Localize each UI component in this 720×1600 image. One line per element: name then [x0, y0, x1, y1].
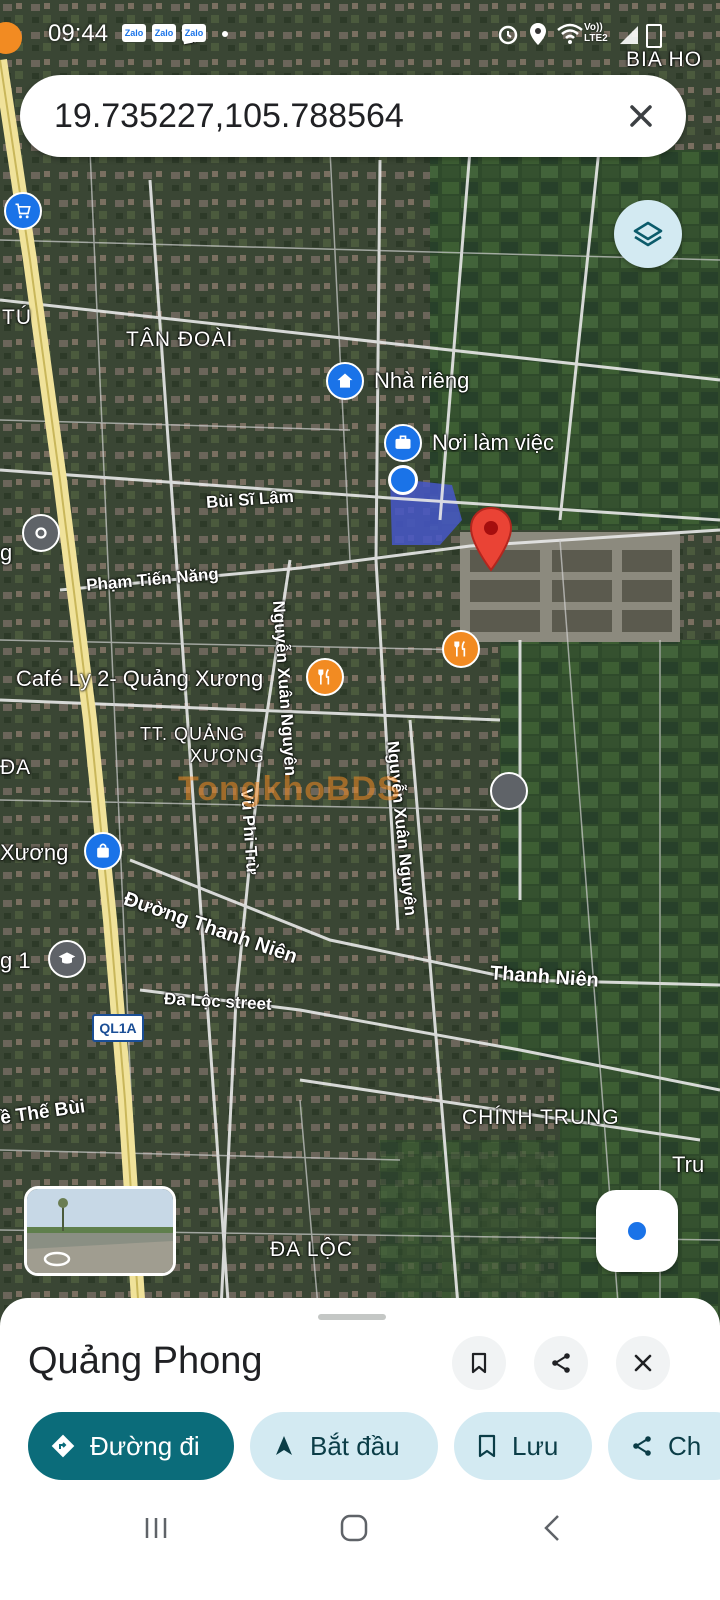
map-view[interactable]: TÂN ĐOÀI TT. QUẢNG XƯƠNG CHÍNH TRUNG ĐA …: [0, 0, 720, 1330]
bookmark-icon: [478, 1434, 496, 1458]
area-label-xuong: XƯƠNG: [190, 746, 265, 766]
save-label: Lưu: [512, 1430, 559, 1461]
wifi-icon: [557, 23, 583, 44]
save-button[interactable]: Lưu: [454, 1412, 592, 1480]
share-icon: [552, 1353, 570, 1373]
cafe-pin[interactable]: [306, 658, 344, 696]
alarm-icon: [498, 25, 518, 45]
search-input[interactable]: 19.735227,105.788564: [54, 97, 404, 136]
share-icon-button[interactable]: [534, 1336, 588, 1390]
close-sheet-button[interactable]: [616, 1336, 670, 1390]
share-icon: [633, 1436, 651, 1456]
my-location-dot: [388, 465, 418, 495]
drag-handle[interactable]: [318, 1314, 386, 1320]
area-label-tan-doai: TÂN ĐOÀI: [126, 328, 234, 351]
layers-icon: [633, 221, 663, 247]
battery-icon: [646, 24, 662, 48]
more-dot-icon: [222, 31, 228, 37]
location-icon: [35, 527, 47, 539]
shopping-bag-icon: [97, 843, 109, 858]
zalo-icon: Zalo: [122, 24, 146, 42]
navigation-arrow-icon: [276, 1436, 292, 1455]
watermark-logo-icon: [490, 772, 528, 810]
save-icon-button[interactable]: [452, 1336, 506, 1390]
street-view-preview: [27, 1189, 173, 1273]
zalo-icon: Zalo: [152, 24, 176, 42]
satellite-imagery: [0, 0, 720, 1330]
share-button[interactable]: Ch: [608, 1412, 720, 1480]
my-location-icon: [628, 1222, 646, 1240]
signal-icon: [620, 26, 638, 44]
area-label-chinh-trung: CHÍNH TRUNG: [462, 1106, 620, 1129]
directions-icon: [51, 1434, 75, 1458]
layers-button[interactable]: [614, 200, 682, 268]
highway-shield: QL1A: [92, 1014, 144, 1042]
status-time: 09:44: [48, 20, 109, 47]
my-location-button[interactable]: [596, 1190, 678, 1272]
cafe-label: Café Ly 2- Quảng Xương: [16, 666, 264, 691]
partial-label-tru: Tru: [672, 1152, 705, 1177]
partial-label-g: g: [0, 540, 13, 565]
area-label-da: ĐA: [0, 756, 32, 779]
clear-search-icon[interactable]: [618, 93, 664, 139]
fork-knife-icon: [454, 641, 466, 657]
work-pin[interactable]: [384, 424, 422, 462]
home-icon: [337, 373, 353, 388]
zalo-icon: Zalo: [182, 24, 206, 42]
street-view-thumbnail[interactable]: [24, 1186, 176, 1276]
graduation-cap-icon: [58, 952, 76, 964]
restaurant-pin[interactable]: [442, 630, 480, 668]
watermark: TongkhoBDS: [178, 770, 401, 808]
xuong-label: Xương: [0, 840, 69, 865]
directions-button[interactable]: Đường đi: [28, 1412, 234, 1480]
system-navigation-bar: [0, 1500, 720, 1600]
start-button[interactable]: Bắt đầu: [250, 1412, 438, 1480]
store-pin[interactable]: [84, 832, 122, 870]
work-label: Nơi làm việc: [432, 430, 554, 455]
home-pin[interactable]: [326, 362, 364, 400]
school-pin[interactable]: [48, 940, 86, 978]
fork-knife-icon: [318, 669, 330, 685]
cart-icon: [15, 203, 31, 219]
search-bar[interactable]: 19.735227,105.788564: [20, 75, 686, 157]
area-label-tu: TÚ: [2, 306, 32, 329]
briefcase-icon: [395, 435, 411, 449]
network-label: Vo)) LTE2: [584, 22, 608, 44]
school-label: g 1: [0, 948, 31, 973]
area-label-da-loc: ĐA LỘC: [270, 1238, 354, 1261]
place-pin[interactable]: [22, 514, 60, 552]
start-label: Bắt đầu: [310, 1430, 400, 1461]
location-icon: [530, 23, 546, 45]
shopping-pin[interactable]: [4, 192, 42, 230]
home-label: Nhà riêng: [374, 368, 470, 393]
place-title: Quảng Phong: [28, 1340, 263, 1382]
area-label-tt-quang: TT. QUẢNG: [140, 724, 246, 744]
close-icon: [634, 1354, 652, 1372]
bookmark-icon: [471, 1352, 487, 1374]
recent-apps-icon[interactable]: [142, 1514, 170, 1542]
share-label: Ch: [668, 1430, 702, 1461]
status-bar: 09:44 Zalo Zalo Zalo Vo)) LTE2: [0, 0, 720, 68]
food-app-icon: [0, 22, 22, 54]
back-icon[interactable]: [538, 1512, 566, 1544]
home-button-icon[interactable]: [338, 1512, 370, 1544]
dropped-pin-icon[interactable]: [468, 506, 514, 572]
directions-label: Đường đi: [90, 1430, 200, 1461]
